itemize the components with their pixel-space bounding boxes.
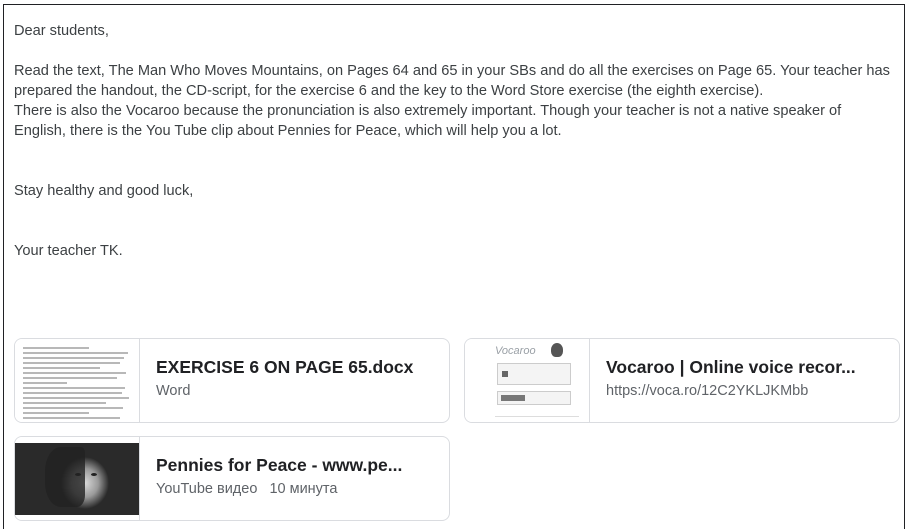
post-signature: Your teacher TK. [14, 243, 123, 259]
attachment-url: https://voca.ro/12C2YKLJKMbb [606, 383, 809, 399]
post-body: Dear students, Read the text, The Man Wh… [14, 21, 894, 261]
docx-thumbnail-icon [15, 339, 140, 422]
attachment-subtitle: Word [156, 383, 191, 399]
attachment-duration: 10 минута [269, 481, 338, 497]
attachment-title[interactable]: Vocaroo | Online voice recor... [606, 355, 899, 379]
youtube-thumbnail-icon [15, 437, 140, 520]
attachment-docx[interactable]: EXERCISE 6 ON PAGE 65.docx Word [14, 338, 450, 423]
attachment-title[interactable]: EXERCISE 6 ON PAGE 65.docx [156, 355, 449, 379]
attachment-title[interactable]: Pennies for Peace - www.pe... [156, 453, 449, 477]
post-paragraph: Read the text, The Man Who Moves Mountai… [14, 63, 890, 99]
post-paragraph: There is also the Vocaroo because the pr… [14, 103, 842, 139]
post-closing: Stay healthy and good luck, [14, 183, 194, 199]
attachment-vocaroo[interactable]: Vocaroo Vocaroo | Online voice recor... … [464, 338, 900, 423]
attachment-youtube[interactable]: Pennies for Peace - www.pe... YouTube ви… [14, 436, 450, 521]
post-greeting: Dear students, [14, 23, 109, 39]
attachment-subtitle: YouTube видео [156, 481, 258, 497]
vocaroo-thumbnail-icon: Vocaroo [465, 339, 590, 422]
